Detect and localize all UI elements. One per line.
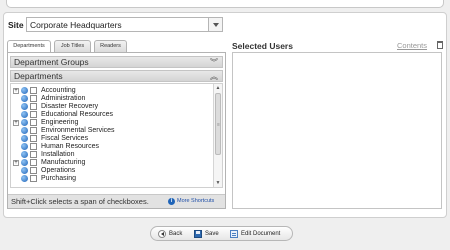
expand-icon[interactable]: +	[13, 160, 19, 166]
back-button-label: Back	[169, 231, 183, 237]
floppy-disk-icon	[194, 230, 202, 238]
globe-icon	[21, 103, 28, 110]
department-checkbox[interactable]	[30, 95, 37, 102]
info-icon: i	[168, 198, 175, 205]
back-arrow-icon	[158, 230, 166, 238]
department-groups-label: Department Groups	[14, 57, 89, 67]
expand-icon[interactable]: +	[13, 120, 19, 126]
top-panel	[6, 0, 444, 8]
department-checkbox[interactable]	[30, 143, 37, 150]
globe-icon	[21, 87, 28, 94]
selected-users-title: Selected Users	[232, 41, 293, 51]
site-select[interactable]: Corporate Headquarters	[26, 17, 223, 32]
double-chevron-down-icon[interactable]: ︾	[210, 57, 218, 68]
list-item[interactable]: Purchasing	[11, 175, 211, 183]
globe-icon	[21, 119, 28, 126]
expand-icon[interactable]: +	[13, 88, 19, 94]
department-list: + Accounting Administration Disaster Rec…	[10, 83, 223, 188]
shortcut-tip: Shift+Click selects a span of checkboxes…	[8, 194, 225, 208]
tab-readers[interactable]: Readers	[94, 40, 127, 52]
department-checkbox[interactable]	[30, 159, 37, 166]
department-checkbox[interactable]	[30, 119, 37, 126]
tab-job-titles-label: Job Titles	[60, 43, 85, 49]
chevron-down-icon[interactable]	[208, 18, 222, 31]
tab-job-titles[interactable]: Job Titles	[54, 40, 91, 52]
more-shortcuts-link[interactable]: More Shortcuts	[177, 198, 214, 204]
department-groups-header[interactable]: Department Groups ︾	[10, 56, 223, 68]
departments-label: Departments	[14, 71, 63, 81]
globe-icon	[21, 159, 28, 166]
site-label: Site	[8, 20, 24, 30]
edit-document-button-label: Edit Document	[241, 231, 281, 237]
double-chevron-up-icon[interactable]: ︽	[210, 71, 218, 82]
action-bar: Back Save Edit Document	[150, 226, 293, 241]
trash-icon[interactable]	[437, 41, 443, 49]
department-name: Purchasing	[41, 175, 77, 182]
site-select-value: Corporate Headquarters	[30, 20, 122, 30]
department-checkbox[interactable]	[30, 87, 37, 94]
department-checkbox[interactable]	[30, 111, 37, 118]
shortcut-tip-text: Shift+Click selects a span of checkboxes…	[11, 197, 149, 206]
globe-icon	[21, 175, 28, 182]
selected-users-list	[232, 52, 442, 209]
contents-link[interactable]: Contents	[397, 41, 427, 50]
department-checkbox[interactable]	[30, 151, 37, 158]
grip-icon: ≡	[217, 122, 220, 128]
department-checkbox[interactable]	[30, 175, 37, 182]
globe-icon	[21, 143, 28, 150]
department-checkbox[interactable]	[30, 103, 37, 110]
save-button-label: Save	[205, 231, 219, 237]
tab-readers-label: Readers	[100, 43, 121, 49]
list-scrollbar[interactable]: ▲ ≡ ▼	[213, 84, 222, 187]
scroll-down-arrow-icon[interactable]: ▼	[214, 179, 222, 187]
department-checkbox[interactable]	[30, 127, 37, 134]
scroll-up-arrow-icon[interactable]: ▲	[214, 84, 222, 92]
globe-icon	[21, 135, 28, 142]
globe-icon	[21, 95, 28, 102]
department-picker: Department Groups ︾ Departments ︽ + Acco…	[7, 52, 226, 209]
globe-icon	[21, 127, 28, 134]
department-checkbox[interactable]	[30, 135, 37, 142]
edit-document-icon	[230, 230, 238, 238]
department-checkbox[interactable]	[30, 167, 37, 174]
globe-icon	[21, 167, 28, 174]
tab-departments-label: Departments	[13, 43, 45, 49]
departments-header[interactable]: Departments ︽	[10, 70, 223, 82]
globe-icon	[21, 111, 28, 118]
scrollbar-thumb[interactable]: ≡	[215, 93, 221, 155]
globe-icon	[21, 151, 28, 158]
